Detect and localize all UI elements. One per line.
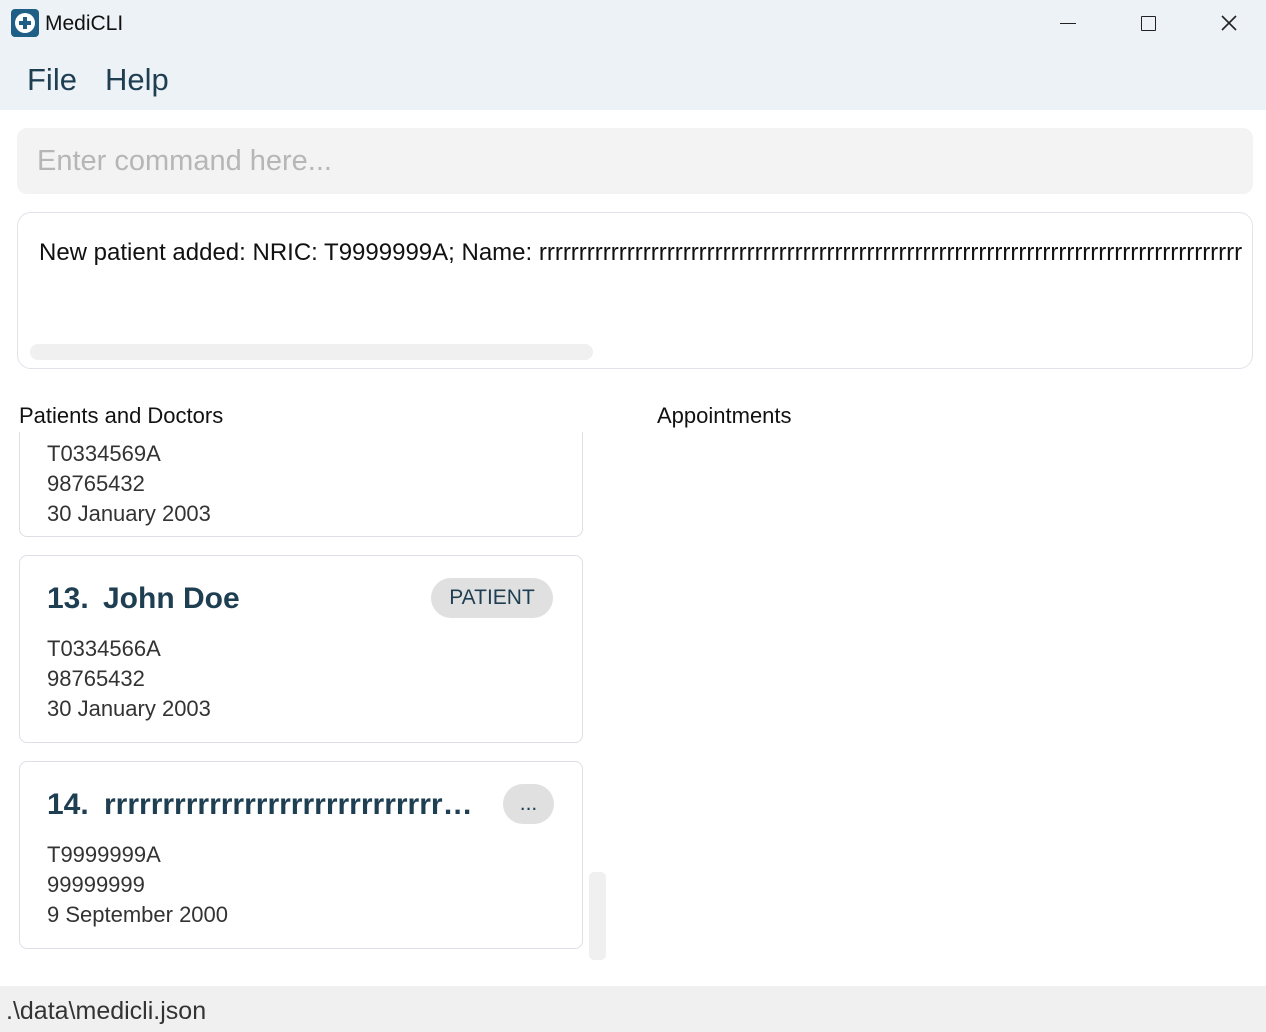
person-card[interactable]: 13. John Doe PATIENT T0334566A 98765432 …	[19, 555, 583, 743]
minimize-button[interactable]	[1028, 0, 1108, 48]
title-bar: MediCLI	[0, 0, 1266, 48]
person-card[interactable]: 14. rrrrrrrrrrrrrrrrrrrrrrrrrrrrrrrrrrrr…	[19, 761, 583, 949]
menu-file[interactable]: File	[27, 62, 77, 98]
person-card[interactable]: T0334569A 98765432 30 January 2003	[19, 432, 583, 537]
close-button[interactable]	[1188, 0, 1266, 48]
person-dob: 30 January 2003	[47, 696, 211, 721]
person-type-badge: ...	[503, 784, 554, 824]
person-phone: 98765432	[47, 471, 145, 496]
command-input[interactable]	[17, 128, 1253, 194]
medical-cross-icon	[11, 9, 39, 37]
result-message: New patient added: NRIC: T9999999A; Name…	[39, 239, 1243, 266]
person-list-scrollbar[interactable]	[589, 872, 606, 960]
minimize-icon	[1060, 23, 1076, 24]
person-name: rrrrrrrrrrrrrrrrrrrrrrrrrrrrrrrrrrrrrrrr…	[104, 788, 480, 821]
person-phone: 99999999	[47, 872, 145, 897]
person-dob: 30 January 2003	[47, 501, 211, 526]
person-phone: 98765432	[47, 666, 145, 691]
window-title: MediCLI	[45, 12, 124, 35]
data-file-path: .\data\medicli.json	[6, 997, 207, 1025]
close-icon	[1221, 15, 1237, 31]
person-index: 14.	[47, 788, 89, 821]
person-index: 13.	[47, 582, 89, 615]
person-nric: T0334566A	[47, 636, 161, 661]
person-name: John Doe	[103, 582, 240, 615]
person-dob: 9 September 2000	[47, 902, 229, 927]
person-nric: T0334569A	[47, 441, 161, 466]
person-type-badge: PATIENT	[431, 578, 553, 618]
patients-doctors-heading: Patients and Doctors	[19, 403, 224, 428]
result-display[interactable]: New patient added: NRIC: T9999999A; Name…	[17, 212, 1253, 369]
result-horizontal-scrollbar[interactable]	[30, 344, 593, 360]
maximize-button[interactable]	[1108, 0, 1188, 48]
appointments-heading: Appointments	[657, 403, 792, 428]
person-nric: T9999999A	[47, 842, 161, 867]
menu-help[interactable]: Help	[105, 62, 169, 98]
menu-bar: File Help	[0, 48, 1266, 110]
person-list[interactable]: T0334569A 98765432 30 January 2003 13. J…	[0, 432, 640, 967]
maximize-icon	[1141, 16, 1156, 31]
status-bar: .\data\medicli.json	[0, 986, 1266, 1032]
